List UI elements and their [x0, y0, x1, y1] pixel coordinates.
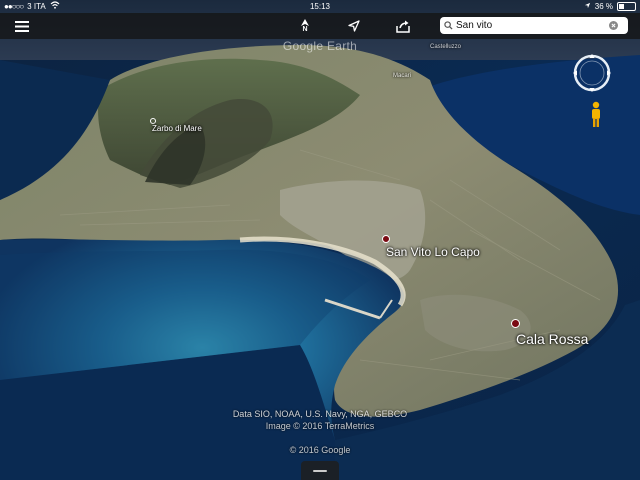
- menu-button[interactable]: [10, 13, 34, 39]
- street-view-pegman[interactable]: [590, 101, 602, 129]
- my-location-button[interactable]: [344, 13, 364, 39]
- share-button[interactable]: [392, 13, 414, 39]
- clock: 15:13: [309, 2, 331, 11]
- compass-button[interactable]: N: [295, 13, 315, 39]
- north-arrow-icon: [301, 19, 309, 26]
- street-view-pegman-icon: [592, 101, 600, 127]
- place-label-zarbo[interactable]: Zarbo di Mare: [152, 124, 202, 133]
- grip-icon: [313, 469, 327, 472]
- drawer-handle[interactable]: [301, 461, 339, 480]
- imagery-attribution: Image © 2016 TerraMetrics: [265, 421, 375, 431]
- place-label-san-vito[interactable]: San Vito Lo Capo: [386, 245, 480, 259]
- hamburger-menu-icon: [15, 20, 29, 32]
- battery-level: [619, 4, 625, 9]
- search-box[interactable]: [440, 17, 628, 34]
- clear-icon: [608, 21, 618, 30]
- battery-percent: 36 %: [594, 2, 613, 11]
- copyright-text: © 2016 Google: [289, 445, 351, 455]
- search-input[interactable]: [456, 18, 606, 33]
- google-earth-logo: Google Earth: [282, 39, 358, 53]
- place-pin-san-vito[interactable]: [382, 235, 390, 243]
- location-arrow-icon: [348, 20, 360, 32]
- share-icon: [396, 20, 410, 33]
- clear-search-button[interactable]: [606, 17, 620, 34]
- compass-label: N: [302, 26, 308, 33]
- place-label-macari[interactable]: Macari: [393, 73, 411, 79]
- magnifier-icon: [440, 17, 456, 34]
- place-label-cala-rossa[interactable]: Cala Rossa: [516, 331, 588, 347]
- location-services-icon: [584, 0, 591, 13]
- battery-icon: [617, 2, 636, 11]
- toolbar: N: [0, 13, 640, 39]
- satellite-map[interactable]: [0, 0, 640, 480]
- place-label-castelluzzo[interactable]: Castelluzzo: [430, 44, 461, 50]
- navigation-control[interactable]: [571, 52, 613, 94]
- status-right: 36 %: [584, 0, 636, 13]
- status-bar: ●●○○○ 3 ITA 15:13 36 %: [0, 0, 640, 13]
- navigation-ring-icon: [573, 54, 611, 92]
- place-pin-cala-rossa[interactable]: [511, 319, 520, 328]
- data-attribution: Data SIO, NOAA, U.S. Navy, NGA, GEBCO: [232, 409, 408, 419]
